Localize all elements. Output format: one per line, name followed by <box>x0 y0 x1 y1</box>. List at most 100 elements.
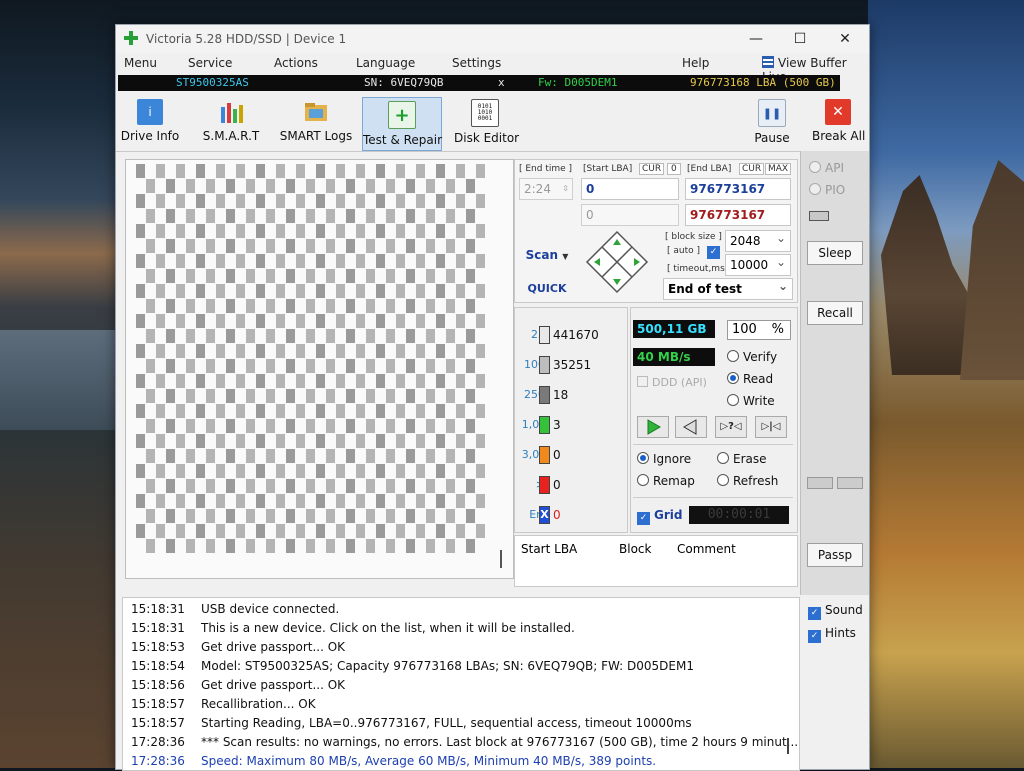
scan-block <box>456 314 465 328</box>
scan-block <box>296 344 305 358</box>
verify-radio[interactable]: Verify <box>727 350 777 364</box>
menu-language[interactable]: Language <box>356 56 415 70</box>
scan-block <box>476 404 485 418</box>
close-button[interactable]: ✕ <box>831 29 859 49</box>
random-button[interactable]: ▷?◁ <box>715 416 747 438</box>
scan-block <box>196 464 205 478</box>
latency-color-swatch <box>539 416 550 434</box>
log-scrollbar[interactable] <box>787 738 789 754</box>
small-button-right[interactable] <box>837 477 863 489</box>
block-size-select[interactable]: 2048 <box>725 228 791 252</box>
scan-block <box>346 479 355 493</box>
end-action-select[interactable]: End of test <box>663 276 793 300</box>
timer-display: 00:00:01 <box>689 506 789 524</box>
butterfly-button[interactable]: ▷|◁ <box>755 416 787 438</box>
menu-settings[interactable]: Settings <box>452 56 501 70</box>
scan-button[interactable]: Scan ▼ <box>521 244 573 266</box>
auto-checkbox[interactable]: ✓ <box>707 246 720 259</box>
scan-block <box>316 494 325 508</box>
hints-checkbox[interactable]: ✓ Hints <box>808 626 856 643</box>
direction-pad[interactable] <box>585 230 649 294</box>
disk-editor-tool[interactable]: 0101 1010 0001 Disk Editor <box>454 99 519 149</box>
recall-button[interactable]: Recall <box>807 301 863 325</box>
menu-service[interactable]: Service <box>188 56 232 70</box>
log-text: This is a new device. Click on the list,… <box>201 621 575 635</box>
end-lba-field[interactable]: 976773167 <box>685 178 791 200</box>
scan-block <box>326 179 335 193</box>
write-radio[interactable]: Write <box>727 394 775 408</box>
scan-block <box>466 539 475 553</box>
scan-block <box>466 239 475 253</box>
sound-checkbox[interactable]: ✓ Sound <box>808 603 863 620</box>
drive-close[interactable]: x <box>498 75 505 91</box>
scan-block <box>466 359 475 373</box>
drive-info-tool[interactable]: i Drive Info <box>120 99 180 149</box>
play-button[interactable] <box>637 416 669 438</box>
scan-block <box>476 494 485 508</box>
scan-block <box>206 269 215 283</box>
drive-info-bar[interactable]: ST9500325AS SN: 6VEQ79QB x Fw: D005DEM1 … <box>118 75 840 91</box>
quick-button[interactable]: QUICK <box>521 280 573 298</box>
start-lba-field[interactable]: 0 <box>581 178 679 200</box>
start-cur-button[interactable]: CUR <box>639 163 665 175</box>
maximize-button[interactable]: ☐ <box>786 29 814 49</box>
smart-logs-tool[interactable]: SMART Logs <box>278 99 354 149</box>
reverse-button[interactable] <box>675 416 707 438</box>
scan-block <box>446 269 455 283</box>
pause-tool[interactable]: ❚❚ Pause <box>750 99 794 149</box>
start-cur-value[interactable]: 0 <box>667 163 681 175</box>
timeout-select[interactable]: 10000 <box>725 252 791 276</box>
random-icon: ▷?◁ <box>720 421 742 432</box>
scan-block <box>166 419 175 433</box>
scan-block <box>216 194 225 208</box>
grid-checkbox[interactable]: ✓ Grid <box>637 508 682 525</box>
remap-radio[interactable]: Remap <box>637 474 695 488</box>
end-time-field[interactable]: 2:24 ⇳ <box>519 178 573 200</box>
menu-actions[interactable]: Actions <box>274 56 318 70</box>
scan-block <box>336 494 345 508</box>
scan-block <box>396 344 405 358</box>
scan-block <box>356 194 365 208</box>
scan-block <box>276 494 285 508</box>
sleep-button[interactable]: Sleep <box>807 241 863 265</box>
small-button-left[interactable] <box>807 477 833 489</box>
grid-scrollbar[interactable] <box>500 550 502 568</box>
erase-radio[interactable]: Erase <box>717 452 767 466</box>
scan-block <box>146 209 155 223</box>
end-max-button[interactable]: MAX <box>765 163 792 175</box>
scan-block <box>286 449 295 463</box>
scan-block <box>296 464 305 478</box>
menu-help[interactable]: Help <box>682 56 709 70</box>
passp-button[interactable]: Passp <box>807 543 863 567</box>
scan-block <box>426 179 435 193</box>
scan-block <box>436 524 445 538</box>
defect-table[interactable]: Start LBA Block Comment <box>514 535 798 587</box>
scan-block <box>266 209 275 223</box>
api-radio[interactable]: API <box>809 161 844 175</box>
minimize-button[interactable]: — <box>742 29 770 49</box>
scan-block <box>416 164 425 178</box>
scan-block <box>336 194 345 208</box>
ignore-label: Ignore <box>653 452 692 466</box>
scan-block <box>196 374 205 388</box>
scan-block <box>216 464 225 478</box>
read-radio[interactable]: Read <box>727 372 773 386</box>
scan-block <box>176 524 185 538</box>
menu-menu[interactable]: Menu <box>124 56 157 70</box>
scan-block <box>156 314 165 328</box>
test-repair-tool[interactable]: + Test & Repair <box>362 97 442 151</box>
event-log[interactable]: 15:18:31 USB device connected. 15:18:31 Thi… <box>122 597 800 771</box>
scan-block <box>426 359 435 373</box>
smart-tool[interactable]: S.M.A.R.T <box>200 99 262 149</box>
log-text: Recallibration... OK <box>201 697 316 711</box>
scan-block <box>156 374 165 388</box>
ddd-checkbox[interactable]: DDD (API) <box>637 376 707 389</box>
ignore-radio[interactable]: Ignore <box>637 452 691 466</box>
end-cur-button[interactable]: CUR <box>739 163 765 175</box>
refresh-radio[interactable]: Refresh <box>717 474 778 488</box>
scan-block <box>136 284 145 298</box>
break-all-tool[interactable]: ✕ Break All <box>812 99 865 149</box>
scan-block <box>246 179 255 193</box>
smart-bars-icon <box>218 99 244 125</box>
pio-radio[interactable]: PIO <box>809 183 845 197</box>
